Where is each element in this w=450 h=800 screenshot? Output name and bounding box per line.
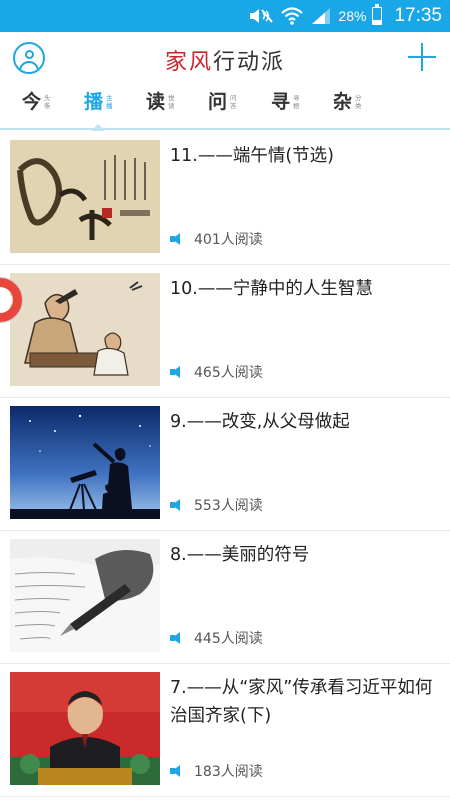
speaker-icon <box>170 765 184 777</box>
signal-icon <box>312 8 331 24</box>
article-thumbnail <box>10 140 160 253</box>
read-count-label: 445人阅读 <box>194 631 263 647</box>
list-item[interactable]: 10.——宁静中的人生智慧 465人阅读 <box>0 265 450 398</box>
article-thumbnail <box>10 273 160 386</box>
article-thumbnail <box>10 539 160 652</box>
add-icon[interactable] <box>408 43 436 71</box>
list-item[interactable]: 7.——从“家风”传承看习近平如何治国齐家(下) 183人阅读 <box>0 664 450 797</box>
article-list: 11.——端午情(节选) 401人阅读 10.——宁静中的人生智慧 465人阅读 <box>0 132 450 797</box>
read-count-label: 183人阅读 <box>194 764 263 780</box>
article-title: 9.——改变,从父母做起 <box>170 412 350 432</box>
read-count-label: 401人阅读 <box>194 232 263 248</box>
read-count: 553人阅读 <box>170 495 263 515</box>
active-tab-indicator <box>91 124 105 131</box>
tab-sublabel: 头条 <box>44 94 51 110</box>
status-icons: 28% 17:35 <box>248 0 442 32</box>
tab-sublabel: 分类 <box>355 94 362 110</box>
article-title: 10.——宁静中的人生智慧 <box>170 279 373 299</box>
tab-sublabel: 寻根 <box>293 94 300 110</box>
speaker-icon <box>170 233 184 245</box>
tab-label: 读 <box>146 91 166 113</box>
category-tabs: 今 头条 播 主播 读 悦读 问 问答 寻 寻根 杂 分类 <box>0 84 450 130</box>
article-thumbnail <box>10 406 160 519</box>
list-item[interactable]: 9.——改变,从父母做起 553人阅读 <box>0 398 450 531</box>
wifi-icon <box>281 7 304 25</box>
app-title-part2: 行动派 <box>213 50 286 75</box>
tab-label: 播 <box>84 91 104 113</box>
read-count: 401人阅读 <box>170 229 263 249</box>
app-title: 家风行动派 <box>0 44 450 76</box>
tab-sublabel: 主播 <box>106 94 113 110</box>
tab-anchor[interactable]: 播 主播 <box>84 88 114 122</box>
speaker-icon <box>170 499 184 511</box>
read-count: 445人阅读 <box>170 628 263 648</box>
tab-sublabel: 问答 <box>230 94 237 110</box>
tab-headlines[interactable]: 今 头条 <box>22 88 52 122</box>
read-count: 183人阅读 <box>170 761 263 781</box>
clock: 17:35 <box>394 5 442 26</box>
read-count: 465人阅读 <box>170 362 263 382</box>
read-count-label: 465人阅读 <box>194 365 263 381</box>
tab-label: 今 <box>22 91 42 113</box>
speaker-icon <box>170 366 184 378</box>
tab-misc[interactable]: 杂 分类 <box>333 88 363 122</box>
battery-fill <box>373 19 382 24</box>
app-title-part1: 家风 <box>164 50 213 75</box>
article-title: 8.——美丽的符号 <box>170 545 310 565</box>
list-item[interactable]: 8.——美丽的符号 445人阅读 <box>0 531 450 664</box>
tab-label: 问 <box>208 91 228 113</box>
article-title: 11.——端午情(节选) <box>170 146 334 166</box>
article-title: 7.——从“家风”传承看习近平如何治国齐家(下) <box>170 678 433 726</box>
status-bar: 28% 17:35 <box>0 0 450 32</box>
tab-reading[interactable]: 读 悦读 <box>146 88 176 122</box>
battery-percent: 28% <box>338 8 367 24</box>
tab-sublabel: 悦读 <box>168 94 175 110</box>
app-header: 家风行动派 <box>0 32 450 84</box>
speaker-icon <box>170 632 184 644</box>
tab-label: 寻 <box>271 91 291 113</box>
mute-icon <box>250 9 274 23</box>
list-item[interactable]: 11.——端午情(节选) 401人阅读 <box>0 132 450 265</box>
tab-roots[interactable]: 寻 寻根 <box>271 88 301 122</box>
tab-qa[interactable]: 问 问答 <box>208 88 238 122</box>
tab-label: 杂 <box>333 91 353 113</box>
read-count-label: 553人阅读 <box>194 498 263 514</box>
article-thumbnail <box>10 672 160 785</box>
battery-icon <box>372 4 383 25</box>
